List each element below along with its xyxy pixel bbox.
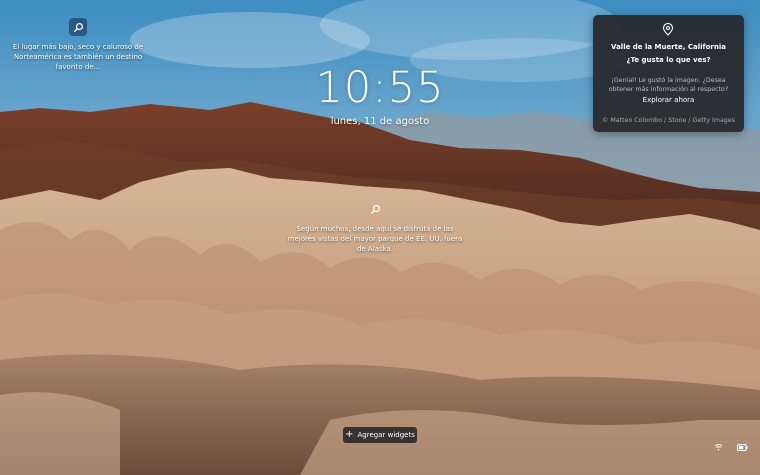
wifi-icon[interactable] xyxy=(714,436,723,455)
card-feedback-text: ¡Genial! Le gustó la imagen. ¿Desea obte… xyxy=(608,77,729,93)
clock-time: 10:55 xyxy=(315,63,445,113)
hotspot-description: Según muchos, desde aquí se disfruta de … xyxy=(287,225,463,253)
search-icon[interactable] xyxy=(69,18,87,36)
explore-now-link[interactable]: Explorar ahora xyxy=(593,96,744,104)
battery-icon[interactable] xyxy=(737,436,748,455)
image-credit: © Matteo Colombo / Stone / Getty Images xyxy=(602,117,735,124)
status-tray xyxy=(714,436,748,455)
clock-date: lunes, 11 de agosto xyxy=(330,116,430,127)
add-widgets-label: Agregar widgets xyxy=(357,431,415,439)
hotspot-top-left[interactable]: El lugar más bajo, seco y caluroso de No… xyxy=(0,18,156,72)
like-question-link[interactable]: ¿Te gusta lo que ves? xyxy=(593,56,744,64)
spotlight-info-card: Valle de la Muerte, California ¿Te gusta… xyxy=(593,15,744,132)
location-pin-icon xyxy=(662,22,674,38)
hotspot-center[interactable]: Según muchos, desde aquí se disfruta de … xyxy=(285,200,465,254)
search-icon[interactable] xyxy=(366,200,384,218)
hotspot-description: El lugar más bajo, seco y caluroso de No… xyxy=(12,43,144,71)
lock-screen-clock: 10:55 lunes, 11 de agosto xyxy=(280,60,480,127)
card-location-title: Valle de la Muerte, California xyxy=(611,43,726,51)
plus-icon: + xyxy=(345,429,354,440)
add-widgets-button[interactable]: + Agregar widgets xyxy=(343,427,417,443)
